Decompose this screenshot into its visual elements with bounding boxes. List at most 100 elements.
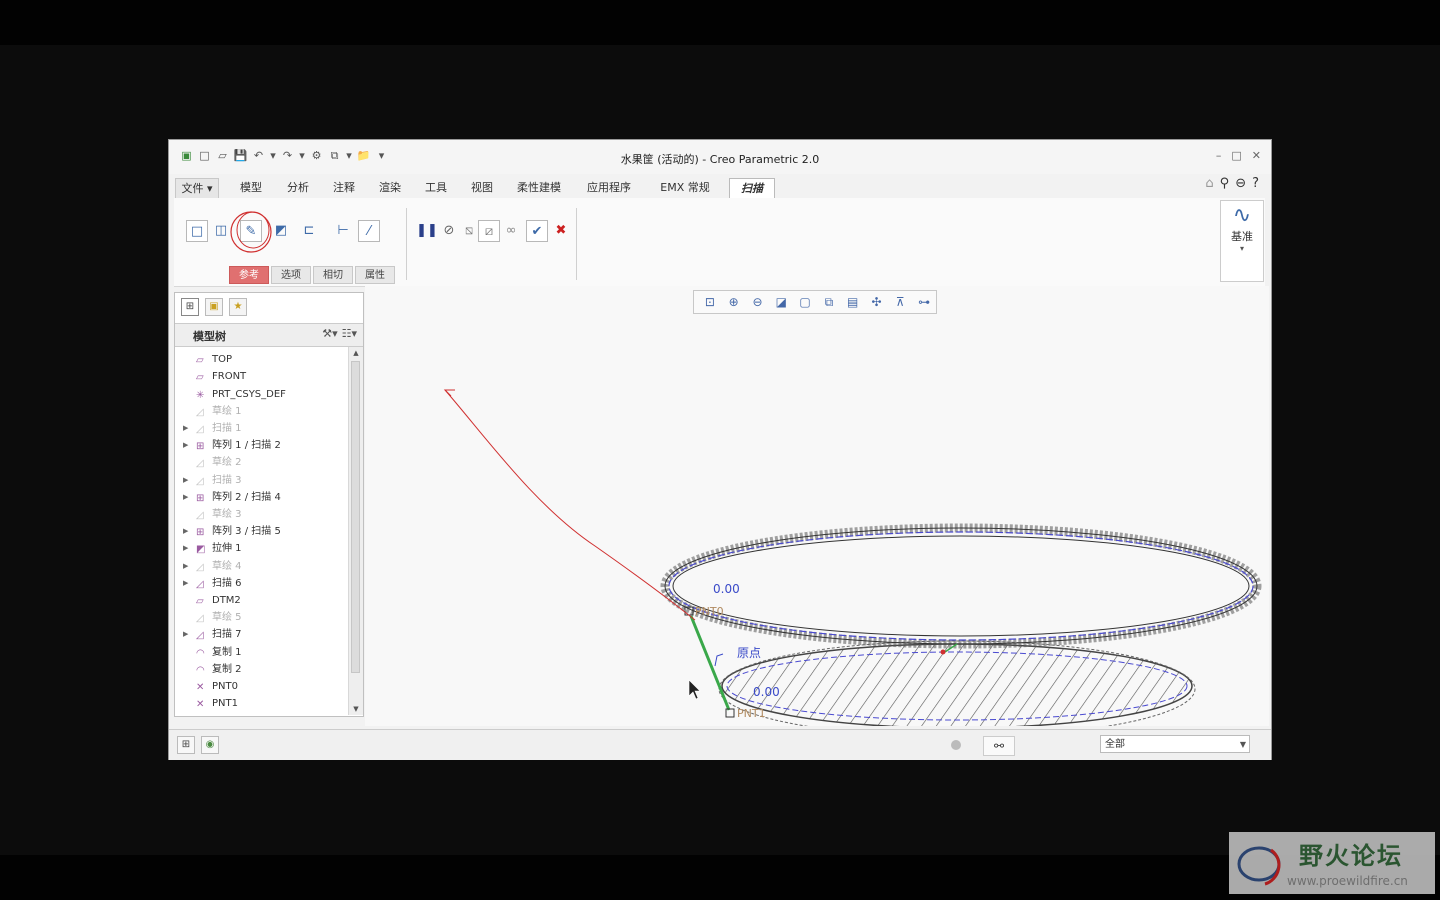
tree-item-label: 草绘 1 [212, 405, 242, 417]
pause-icon[interactable]: ❚❚ [416, 220, 438, 242]
tree-item[interactable]: ▶ ◩ 拉伸 1 [175, 540, 347, 557]
zoom-in-icon[interactable]: ⊕ [722, 291, 746, 313]
minimize-icon[interactable]: – [1216, 149, 1222, 162]
annotation-display-icon[interactable]: ⊼ [888, 291, 912, 313]
tree-item[interactable]: ▶ ◿ 草绘 4 [175, 558, 347, 575]
tab-flexible-modeling[interactable]: 柔性建模 [505, 178, 573, 198]
verify-icon[interactable]: ⧄ [478, 220, 500, 242]
glasses-icon[interactable]: ∞ [500, 220, 522, 242]
datum-display-icon[interactable]: ✣ [865, 291, 889, 313]
tab-view[interactable]: 视图 [459, 178, 505, 198]
origin-label: 原点 [737, 646, 761, 660]
feature-icon: ◿ [196, 406, 204, 418]
tree-item-label: 拉伸 1 [212, 543, 242, 555]
solid-icon[interactable]: □ [186, 220, 208, 242]
repaint-icon[interactable]: ◪ [769, 291, 793, 313]
tree-item[interactable]: ▶ ⊞ 阵列 1 / 扫描 2 [175, 437, 347, 454]
maximize-icon[interactable]: □ [1231, 149, 1241, 162]
tree-scrollbar[interactable]: ▲ ▼ [348, 347, 363, 715]
find-icon[interactable]: ⚯ [983, 736, 1015, 756]
help-icon[interactable]: ? [1252, 176, 1259, 191]
tree-item[interactable]: ▶ ◿ 扫描 3 [175, 472, 347, 489]
expand-arrow-icon[interactable]: ▶ [183, 420, 188, 437]
tree-item[interactable]: ▶ ◿ 扫描 7 [175, 626, 347, 643]
datum-group-button[interactable]: ∿ 基准 ▾ [1220, 200, 1264, 282]
expand-arrow-icon[interactable]: ▶ [183, 523, 188, 540]
zoom-out-icon[interactable]: ⊖ [746, 291, 770, 313]
expand-arrow-icon[interactable]: ▶ [183, 540, 188, 557]
tab-emx[interactable]: EMX 常规 [645, 178, 725, 198]
tree-item-label: 扫描 3 [212, 474, 242, 486]
navigator-toggle-icon[interactable]: ⊞ [177, 736, 195, 754]
tab-file[interactable]: 文件 ▾ [175, 178, 219, 200]
tab-annotate[interactable]: 注释 [321, 178, 367, 198]
spin-center-icon[interactable]: ⊶ [912, 291, 936, 313]
tab-tools[interactable]: 工具 [413, 178, 459, 198]
collapse-ribbon-icon[interactable]: ⌂ [1205, 176, 1213, 191]
display-style-icon[interactable]: ▢ [793, 291, 817, 313]
scroll-thumb[interactable] [351, 361, 360, 673]
browser-toggle-icon[interactable]: ◉ [201, 736, 219, 754]
tree-item[interactable]: ▱ FRONT [175, 368, 347, 385]
forum-watermark: 野火论坛 www.proewildfire.cn [1229, 832, 1435, 894]
tree-settings-icon[interactable]: ⚒▾ [322, 327, 337, 340]
search-icon[interactable]: ⚲ [1220, 176, 1230, 191]
expand-arrow-icon[interactable]: ▶ [183, 558, 188, 575]
tree-item[interactable]: ◿ 草绘 3 [175, 506, 347, 523]
expand-arrow-icon[interactable]: ▶ [183, 575, 188, 592]
tree-item[interactable]: ✳ PRT_CSYS_DEF [175, 386, 347, 403]
tree-item[interactable]: ▱ DTM2 [175, 592, 347, 609]
tab-model[interactable]: 模型 [227, 178, 275, 198]
tree-item[interactable]: ◠ 复制 2 [175, 661, 347, 678]
tree-item[interactable]: ◿ 草绘 1 [175, 403, 347, 420]
tree-item[interactable]: ▶ ◿ 扫描 6 [175, 575, 347, 592]
tab-applications[interactable]: 应用程序 [575, 178, 643, 198]
sketch-section-icon[interactable]: ⊢ [332, 220, 354, 242]
dimension-top[interactable]: 0.00 [713, 582, 740, 596]
expand-arrow-icon[interactable]: ▶ [183, 437, 188, 454]
tree-item[interactable]: ▶ ⊞ 阵列 3 / 扫描 5 [175, 523, 347, 540]
expand-arrow-icon[interactable]: ▶ [183, 489, 188, 506]
refit-icon[interactable]: ⊡ [698, 291, 722, 313]
tab-sweep[interactable]: 扫描 [729, 178, 775, 199]
expand-arrow-icon[interactable]: ▶ [183, 472, 188, 489]
tree-item[interactable]: ✕ PNT0 [175, 678, 347, 695]
tree-show-icon[interactable]: ☷▾ [342, 327, 357, 340]
community-icon[interactable]: ⊖ [1235, 176, 1246, 191]
expand-arrow-icon[interactable]: ▶ [183, 626, 188, 643]
scroll-up-icon[interactable]: ▲ [349, 347, 363, 359]
feature-icon: ✳ [196, 389, 205, 401]
feature-icon: ✕ [196, 682, 205, 693]
constant-section-icon[interactable]: ⊏ [298, 220, 320, 242]
subtab-properties[interactable]: 属性 [355, 266, 395, 284]
feature-icon: ◿ [196, 510, 204, 521]
preview-icon[interactable]: ⧅ [458, 220, 480, 242]
favorites-tab-icon[interactable]: ★ [229, 298, 247, 316]
subtab-tangency[interactable]: 相切 [313, 266, 353, 284]
subtab-options[interactable]: 选项 [271, 266, 311, 284]
saved-orientations-icon[interactable]: ⧉ [817, 291, 841, 313]
ok-check-icon[interactable]: ✔ [526, 220, 548, 242]
subtab-references[interactable]: 参考 [229, 266, 269, 284]
graphics-area[interactable]: 0.00 PNT0 原点 0.00 PNT1 [365, 286, 1269, 738]
close-icon[interactable]: ✕ [1252, 149, 1261, 162]
tree-item[interactable]: ▶ ⊞ 阵列 2 / 扫描 4 [175, 489, 347, 506]
tree-item-label: PNT1 [212, 698, 238, 710]
model-tree-tab-icon[interactable]: ⊞ [181, 298, 199, 316]
variable-section-icon[interactable]: ⁄ [358, 220, 380, 242]
view-manager-icon[interactable]: ▤ [841, 291, 865, 313]
no-preview-icon[interactable]: ⊘ [438, 220, 460, 242]
selection-filter[interactable]: 全部 ▼ [1100, 735, 1250, 753]
cancel-x-icon[interactable]: ✖ [550, 220, 572, 242]
tree-item[interactable]: ◠ 复制 1 [175, 644, 347, 661]
tab-analysis[interactable]: 分析 [275, 178, 321, 198]
scroll-down-icon[interactable]: ▼ [349, 703, 363, 715]
tree-item[interactable]: ▶ ◿ 扫描 1 [175, 420, 347, 437]
tree-item[interactable]: ◿ 草绘 5 [175, 609, 347, 626]
tree-item[interactable]: ◿ 草绘 2 [175, 454, 347, 471]
tree-item[interactable]: ▱ TOP [175, 351, 347, 368]
tab-render[interactable]: 渲染 [367, 178, 413, 198]
folder-browser-tab-icon[interactable]: ▣ [205, 298, 223, 316]
dimension-bottom[interactable]: 0.00 [753, 685, 780, 699]
tree-item[interactable]: ✕ PNT1 [175, 695, 347, 712]
